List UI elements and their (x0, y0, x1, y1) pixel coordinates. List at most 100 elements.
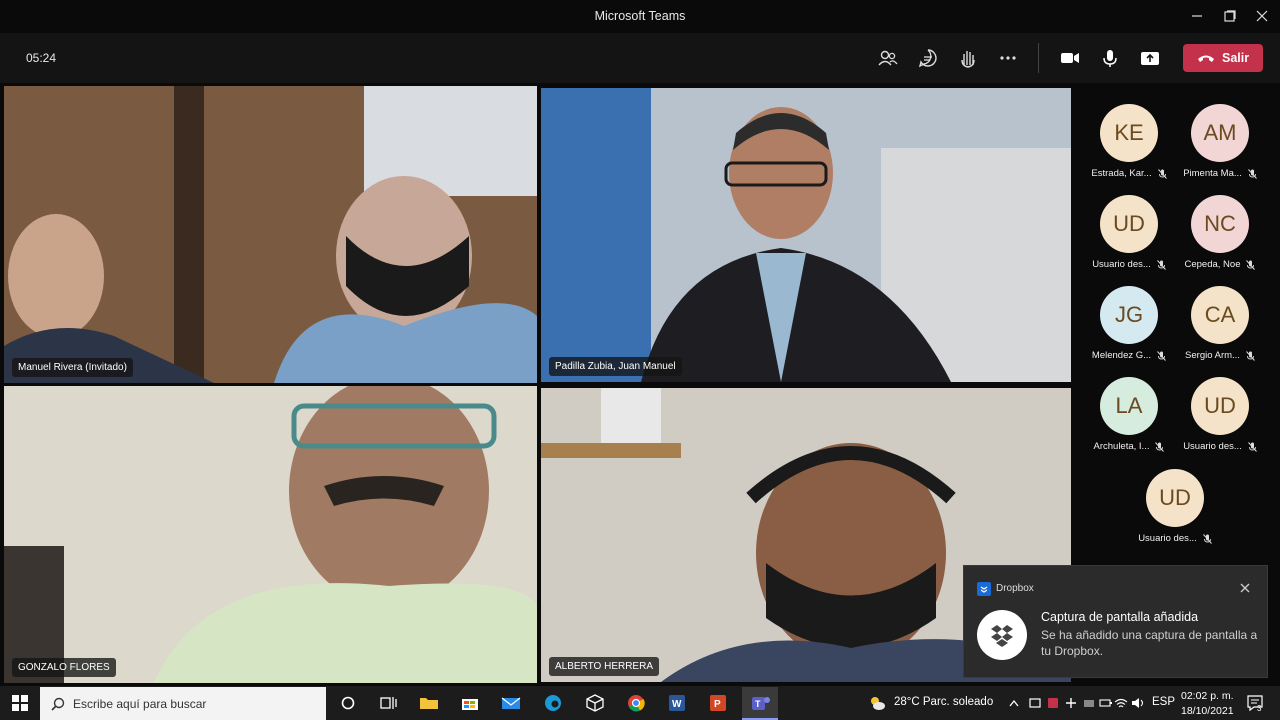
mic-muted-icon (1156, 259, 1166, 270)
svg-text:T: T (755, 699, 761, 709)
input-language[interactable]: ESP (1152, 696, 1175, 708)
tray-app-icon (1066, 698, 1076, 708)
edge-button[interactable] (542, 693, 564, 713)
weather-text[interactable]: 28°C Parc. soleado (894, 696, 993, 708)
taskbar-search-box[interactable]: Escribe aquí para buscar (40, 687, 326, 720)
cortana-button[interactable] (337, 693, 359, 713)
participant-entry[interactable]: UD Usuario des... (1129, 469, 1221, 544)
volume-icon (1132, 698, 1144, 708)
close-icon (1240, 583, 1250, 593)
toolbar-divider (1038, 43, 1039, 73)
participant-entry[interactable]: JG Melendez G... (1083, 286, 1175, 361)
leave-button[interactable]: Salir (1183, 44, 1263, 72)
participant-entry[interactable]: CA Sergio Arm... (1174, 286, 1266, 361)
participant-name: Archuleta, I... (1093, 441, 1150, 452)
more-actions-button[interactable] (996, 47, 1020, 69)
microphone-button[interactable] (1098, 47, 1122, 69)
maximize-button[interactable] (1219, 6, 1241, 26)
battery-icon (1099, 699, 1112, 707)
mic-muted-icon (1155, 441, 1165, 452)
word-button[interactable]: W (666, 693, 688, 713)
video-tile[interactable]: Manuel Rivera (Invitado) (4, 86, 537, 383)
mic-muted-icon (1157, 350, 1166, 361)
search-icon (51, 697, 65, 711)
participant-entry[interactable]: UD Usuario des... (1174, 377, 1266, 452)
participant-name-tag: GONZALO FLORES (12, 658, 116, 677)
video-tile[interactable]: GONZALO FLORES (4, 386, 537, 683)
notification-toast[interactable]: Dropbox Captura de pantalla añadida Se h… (963, 565, 1268, 678)
file-explorer-button[interactable] (418, 693, 440, 713)
share-icon (1141, 52, 1159, 65)
powerpoint-button[interactable]: P (707, 693, 729, 713)
mail-button[interactable] (500, 693, 522, 713)
participant-name: Melendez G... (1091, 350, 1152, 361)
search-placeholder: Escribe aquí para buscar (73, 697, 207, 711)
word-icon: W (669, 695, 685, 711)
mail-icon (501, 697, 521, 709)
mic-muted-icon (1246, 259, 1256, 270)
participant-name: Pimenta Ma... (1183, 168, 1242, 179)
minimize-icon (1192, 15, 1202, 17)
avatar: UD (1100, 195, 1158, 253)
cube-icon (586, 694, 604, 712)
participant-entry[interactable]: KE Estrada, Kar... (1083, 104, 1175, 179)
participant-name: Usuario des... (1092, 259, 1151, 270)
leave-label: Salir (1222, 51, 1250, 65)
store-button[interactable] (459, 693, 481, 713)
edge-icon (545, 695, 561, 711)
raise-hand-icon (961, 51, 975, 68)
mic-muted-icon (1247, 441, 1257, 452)
participant-entry[interactable]: LA Archuleta, I... (1083, 377, 1175, 452)
tray-app-icon (1084, 700, 1094, 707)
svg-text:W: W (672, 699, 682, 710)
dropbox-logo-icon (977, 610, 1027, 660)
more-icon (1000, 56, 1016, 60)
task-view-button[interactable] (377, 693, 399, 713)
svg-text:P: P (714, 699, 721, 710)
avatar: UD (1191, 377, 1249, 435)
participant-video (4, 386, 537, 683)
weather-icon (871, 697, 885, 710)
close-icon (1256, 10, 1268, 22)
people-icon (878, 50, 898, 66)
wifi-icon (1114, 698, 1128, 708)
camera-button[interactable] (1058, 47, 1082, 69)
clock-date[interactable]: 18/10/2021 (1181, 705, 1234, 717)
reactions-button[interactable] (956, 47, 980, 69)
tray-app-icon (1048, 698, 1058, 708)
participant-entry[interactable]: NC Cepeda, Noe (1174, 195, 1266, 270)
chat-icon (918, 49, 937, 68)
windows-taskbar: Escribe aquí para buscar W P T 28°C Parc… (0, 686, 1280, 720)
app-button[interactable] (584, 693, 606, 713)
participant-name: Usuario des... (1183, 441, 1242, 452)
video-tile-active-speaker[interactable]: Padilla Zubia, Juan Manuel (541, 88, 1071, 382)
participant-name: Usuario des... (1138, 533, 1197, 544)
participant-name: Cepeda, Noe (1184, 259, 1241, 270)
participant-entry[interactable]: UD Usuario des... (1083, 195, 1175, 270)
mic-muted-icon (1246, 350, 1255, 361)
chrome-icon (628, 695, 645, 712)
folder-icon (420, 698, 438, 709)
chat-button[interactable] (916, 47, 940, 69)
close-window-button[interactable] (1251, 6, 1273, 26)
chrome-button[interactable] (625, 693, 647, 713)
cortana-icon (341, 696, 355, 710)
notification-message: Se ha añadido una captura de pantalla a … (1041, 628, 1258, 658)
minimize-button[interactable] (1186, 6, 1208, 26)
teams-icon: T (752, 697, 770, 710)
phone-hangup-icon (1198, 55, 1214, 62)
participants-button[interactable] (876, 47, 900, 69)
participant-entry[interactable]: AM Pimenta Ma... (1174, 104, 1266, 179)
restore-icon (1224, 10, 1236, 22)
notification-app-name: Dropbox (996, 583, 1034, 594)
clock-time[interactable]: 02:02 p. m. (1181, 690, 1234, 702)
mic-muted-icon (1247, 168, 1257, 179)
microphone-icon (1103, 50, 1117, 67)
notification-title: Captura de pantalla añadida (1041, 610, 1199, 624)
avatar: AM (1191, 104, 1249, 162)
teams-button[interactable]: T (742, 687, 778, 720)
share-screen-button[interactable] (1138, 47, 1162, 69)
participant-name-tag: Padilla Zubia, Juan Manuel (549, 357, 682, 376)
mic-muted-icon (1202, 533, 1212, 544)
avatar: CA (1191, 286, 1249, 344)
